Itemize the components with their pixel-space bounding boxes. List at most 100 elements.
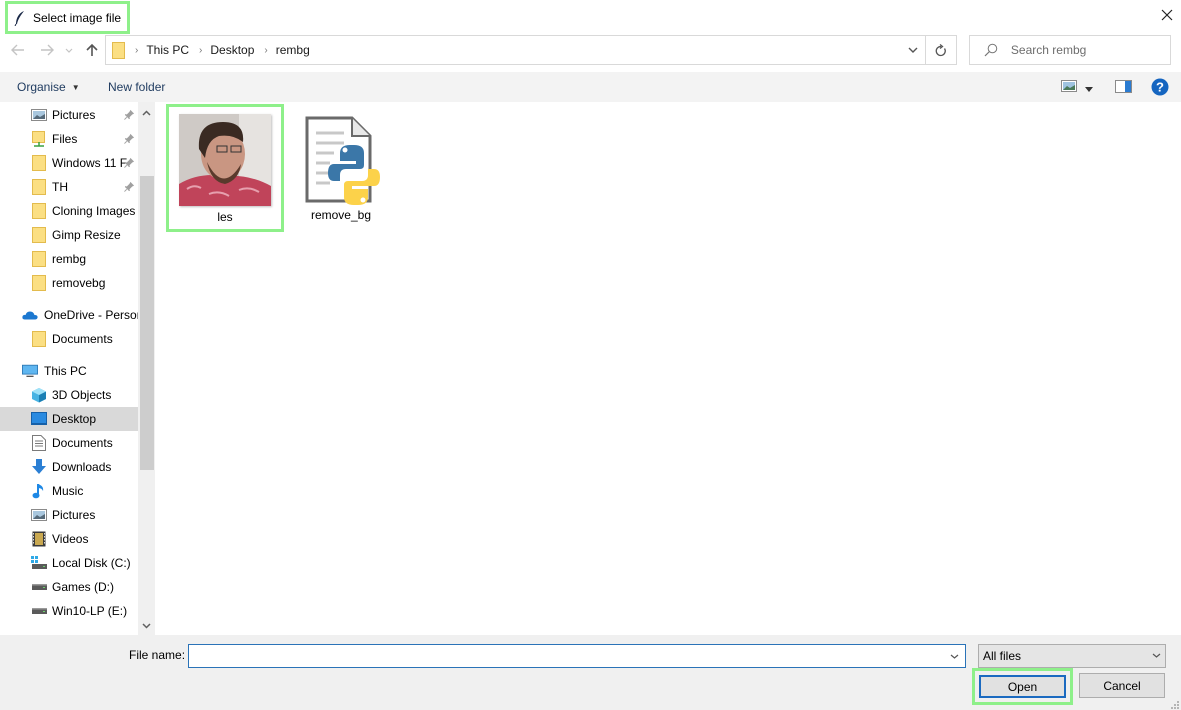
sidebar-item-pictures[interactable]: Pictures	[0, 103, 138, 127]
title-bar	[0, 0, 1181, 32]
scroll-up-button[interactable]	[138, 104, 155, 121]
sidebar-item-music[interactable]: Music	[0, 479, 138, 503]
resize-grip-icon[interactable]	[1170, 700, 1180, 710]
chevron-down-icon	[1152, 653, 1161, 658]
sidebar-item-label: Win10-LP (E:)	[52, 604, 128, 618]
downloads-icon	[31, 459, 47, 475]
sidebar-item-cloning-images[interactable]: Cloning Images	[0, 199, 138, 223]
onedrive-icon	[22, 307, 38, 323]
file-name: remove_bg	[310, 208, 372, 222]
pin-icon	[124, 109, 136, 121]
file-type-select[interactable]: All files	[978, 644, 1166, 668]
file-name-combobox[interactable]	[188, 644, 966, 668]
sidebar-item-3d-objects[interactable]: 3D Objects	[0, 383, 138, 407]
view-options-dropdown[interactable]	[1084, 82, 1096, 92]
feather-icon	[14, 10, 24, 26]
breadcrumb-desktop[interactable]: Desktop	[210, 43, 254, 57]
image-thumbnail	[179, 114, 271, 206]
folder-icon	[31, 179, 47, 195]
close-button[interactable]	[1156, 4, 1178, 26]
help-button[interactable]: ?	[1151, 78, 1169, 96]
sidebar-item-local-disk-c[interactable]: Local Disk (C:)	[0, 551, 138, 575]
arrow-up-icon	[86, 43, 98, 56]
sidebar-item-label: Desktop	[52, 412, 97, 426]
sidebar-item-documents[interactable]: Documents	[0, 431, 138, 455]
breadcrumb-rembg[interactable]: rembg	[276, 43, 310, 57]
sidebar-item-label: Documents	[52, 332, 113, 346]
drive-icon	[31, 603, 47, 619]
file-name-input[interactable]	[189, 645, 939, 667]
breadcrumb-separator: ›	[135, 44, 139, 56]
back-button[interactable]	[7, 39, 29, 61]
pictures-icon	[31, 107, 47, 123]
file-name-dropdown-button[interactable]	[943, 645, 965, 667]
sidebar-item-downloads[interactable]: Downloads	[0, 455, 138, 479]
chevron-down-icon	[908, 47, 918, 53]
chevron-down-icon	[142, 622, 151, 629]
address-bar[interactable]: › This PC › Desktop › rembg	[105, 35, 957, 65]
breadcrumb-separator: ›	[264, 44, 268, 56]
sidebar-item-win10-lp-e[interactable]: Win10-LP (E:)	[0, 599, 138, 623]
sidebar-item-label: Games (D:)	[52, 580, 115, 594]
recent-locations-button[interactable]	[60, 39, 78, 61]
sidebar-item-onedrive-persor[interactable]: OneDrive - Persor	[0, 303, 138, 327]
forward-button[interactable]	[36, 39, 58, 61]
command-bar: Organise ▼ New folder ?	[0, 72, 1181, 102]
sidebar-item-removebg[interactable]: removebg	[0, 271, 138, 295]
sidebar-item-gimp-resize[interactable]: Gimp Resize	[0, 223, 138, 247]
preview-pane-button[interactable]	[1115, 80, 1133, 94]
sidebar-item-rembg[interactable]: rembg	[0, 247, 138, 271]
search-icon	[984, 43, 998, 57]
sidebar-item-label: rembg	[52, 252, 87, 266]
sidebar-item-label: Documents	[52, 436, 113, 450]
organise-menu-button[interactable]: Organise ▼	[17, 72, 80, 102]
sidebar-item-this-pc[interactable]: This PC	[0, 359, 138, 383]
view-options-button[interactable]	[1061, 80, 1077, 94]
desktop-icon	[31, 411, 47, 427]
sidebar-item-th[interactable]: TH	[0, 175, 138, 199]
pin-icon	[124, 157, 136, 169]
sidebar-item-files[interactable]: Files	[0, 127, 138, 151]
scrollbar-thumb[interactable]	[140, 176, 154, 470]
drive-icon	[31, 579, 47, 595]
address-history-dropdown[interactable]	[902, 36, 924, 64]
search-box[interactable]	[969, 35, 1171, 65]
cancel-button[interactable]: Cancel	[1079, 673, 1165, 698]
caret-down-icon	[1085, 87, 1093, 92]
pin-icon	[124, 181, 136, 193]
sidebar-item-games-d[interactable]: Games (D:)	[0, 575, 138, 599]
sidebar-item-label: Downloads	[52, 460, 112, 474]
search-input[interactable]	[1010, 43, 1170, 57]
sidebar-item-pictures[interactable]: Pictures	[0, 503, 138, 527]
sidebar-item-label: Videos	[52, 532, 89, 546]
sidebar-item-label: Cloning Images	[52, 204, 136, 218]
up-button[interactable]	[81, 39, 103, 61]
sidebar-item-documents[interactable]: Documents	[0, 327, 138, 351]
help-icon: ?	[1151, 78, 1169, 96]
system-drive-icon	[31, 555, 47, 571]
folder-icon	[31, 275, 47, 291]
documents-icon	[31, 435, 47, 451]
file-name: les	[217, 210, 233, 224]
folder-icon	[31, 203, 47, 219]
new-folder-button[interactable]: New folder	[108, 72, 165, 102]
refresh-button[interactable]	[925, 36, 956, 64]
file-item-les[interactable]: les	[166, 104, 284, 232]
preview-pane-icon	[1115, 80, 1132, 93]
sidebar-item-desktop[interactable]: Desktop	[0, 407, 138, 431]
file-item-remove-bg[interactable]: remove_bg	[282, 107, 400, 235]
sidebar-item-label: 3D Objects	[52, 388, 112, 402]
computer-icon	[22, 363, 38, 379]
sidebar-item-label: Local Disk (C:)	[52, 556, 131, 570]
folder-icon	[112, 41, 125, 59]
scroll-down-button[interactable]	[138, 617, 155, 634]
new-folder-label: New folder	[108, 80, 166, 94]
breadcrumb-this-pc[interactable]: This PC	[146, 43, 189, 57]
sidebar-item-windows-11-f[interactable]: Windows 11 F	[0, 151, 138, 175]
sidebar-item-videos[interactable]: Videos	[0, 527, 138, 551]
folder-icon	[31, 227, 47, 243]
chevron-down-icon	[950, 654, 958, 659]
refresh-icon	[935, 43, 946, 56]
close-icon	[1161, 9, 1173, 21]
open-button[interactable]: Open	[979, 675, 1066, 698]
